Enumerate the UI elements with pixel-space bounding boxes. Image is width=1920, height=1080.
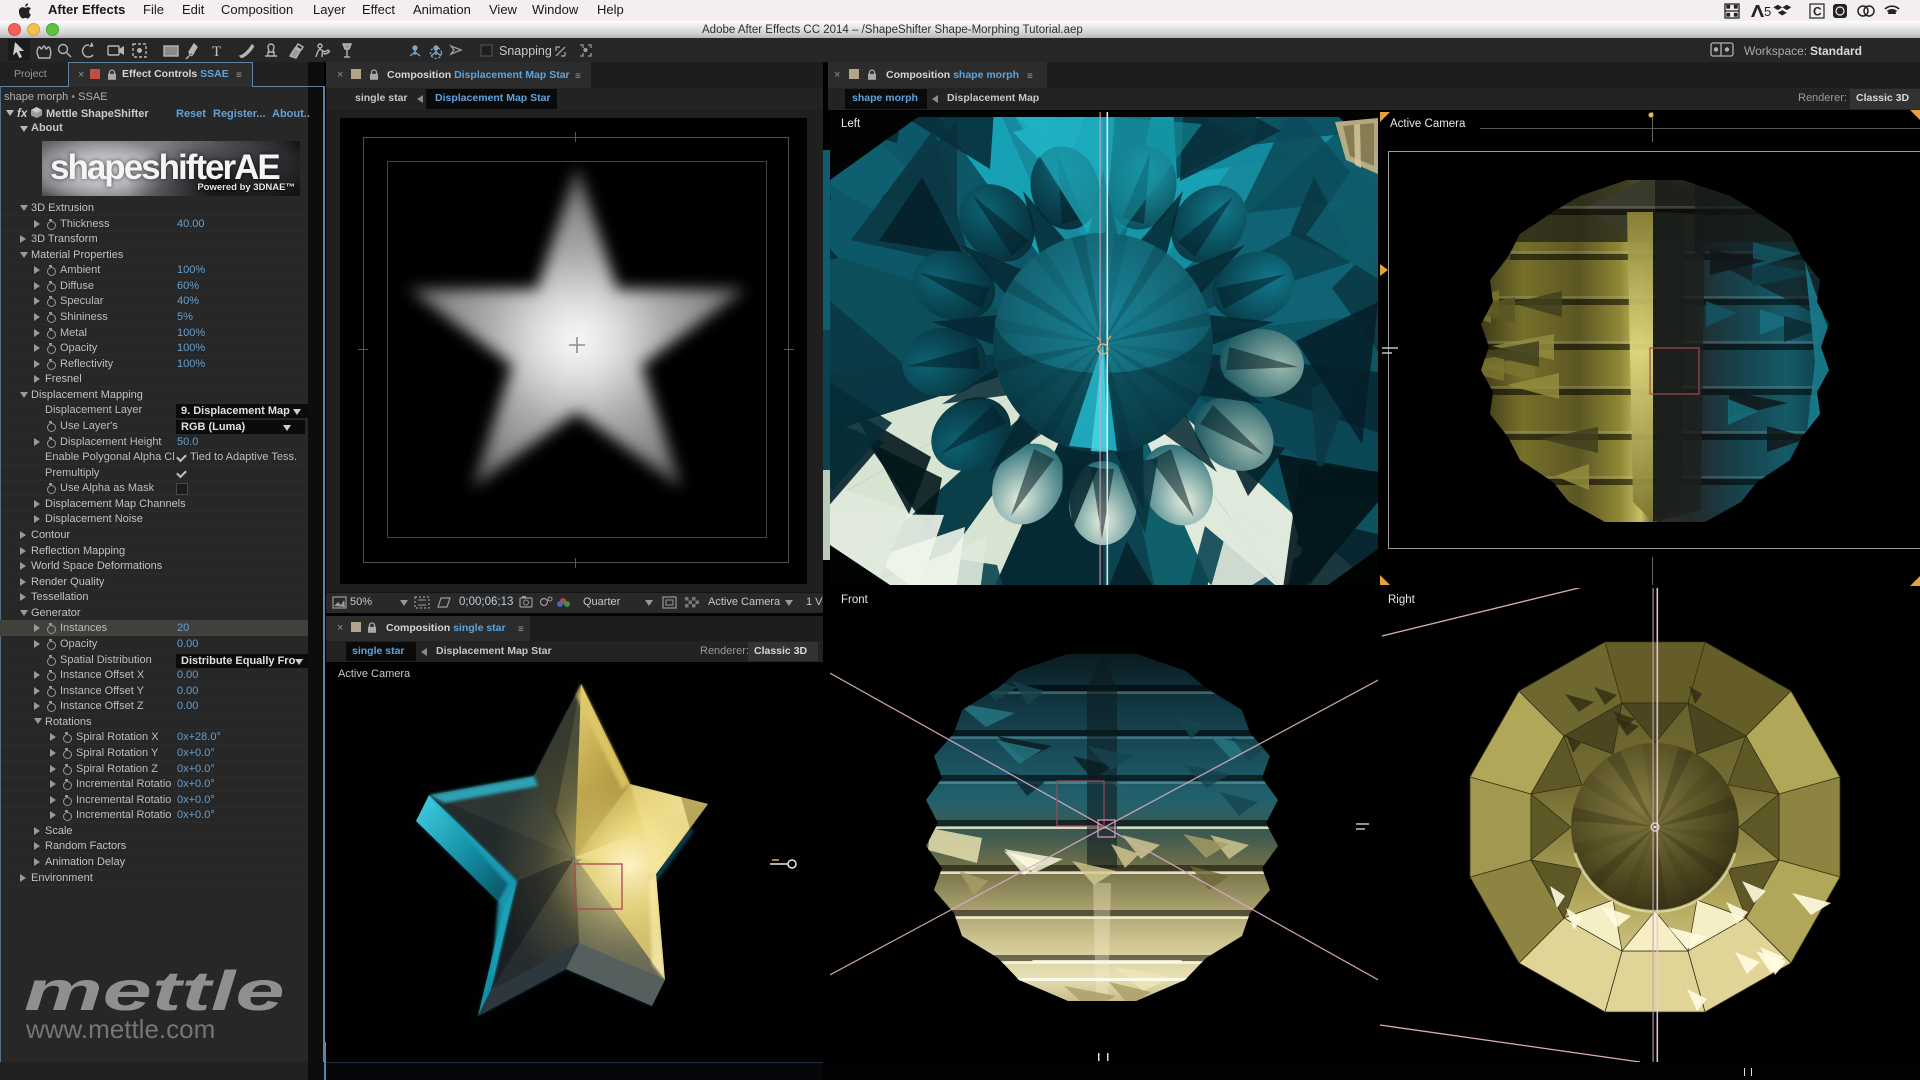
svg-text:5: 5: [1764, 4, 1771, 19]
svg-text:Right: Right: [1388, 594, 1416, 606]
svg-text:T: T: [212, 44, 221, 60]
svg-text:Left: Left: [841, 118, 861, 130]
svg-text:Snapping: Snapping: [499, 44, 552, 58]
svg-text:C: C: [1813, 5, 1822, 19]
svg-text:Active Camera: Active Camera: [1390, 118, 1466, 130]
svg-text:Front: Front: [841, 594, 869, 606]
